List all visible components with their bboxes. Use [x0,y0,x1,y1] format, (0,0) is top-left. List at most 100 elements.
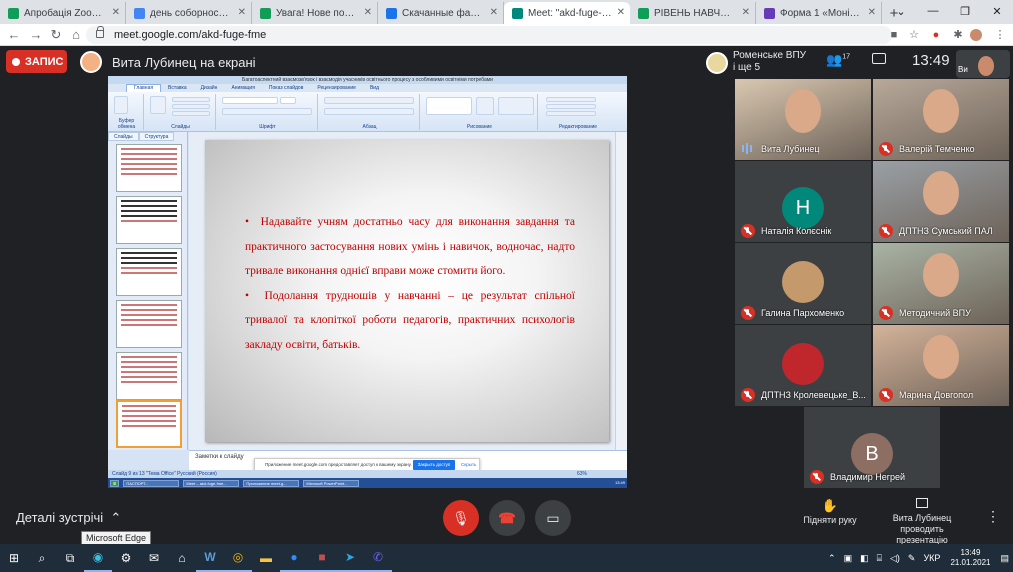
browser-tab[interactable]: Апробація Zoom платф ✕ [0,2,126,24]
ribbon-tab[interactable]: Анимация [224,85,261,92]
shape-style-buttons[interactable] [498,97,534,115]
ribbon-tab[interactable]: Рецензирование [310,85,363,92]
tray-chat-icon[interactable]: ▣ [844,553,853,564]
shapes-gallery[interactable] [426,97,472,115]
close-tab-icon[interactable]: ✕ [490,7,498,18]
maximize-button[interactable]: ❐ [949,0,981,22]
browser-tab[interactable]: РІВЕНЬ НАВЧАЛЬНИХ Д ✕ [630,2,756,24]
close-tab-icon[interactable]: ✕ [742,7,750,18]
profile-avatar-icon[interactable] [970,29,982,41]
chrome-icon[interactable]: ◎ [224,544,252,572]
arrange-icon[interactable] [476,97,494,115]
participant-tile[interactable]: Вита Лубинец [735,79,871,160]
participant-tile[interactable]: Марина Довгопол [873,325,1009,406]
slide-thumbnail[interactable] [116,300,182,348]
camera-button[interactable]: ▭ [535,500,571,536]
ribbon-tab[interactable]: Вид [363,85,386,92]
camera-indicator-icon[interactable]: ■ [886,27,902,43]
layout-button[interactable] [172,97,210,102]
slide-thumbnail[interactable] [116,196,182,244]
close-tab-icon[interactable]: ✕ [112,7,120,18]
action-center-icon[interactable]: ▤ [1000,553,1009,564]
replace-button[interactable] [546,104,596,109]
menu-dots-icon[interactable]: ⋮ [992,27,1008,43]
participant-tile[interactable]: Галина Пархоменко [735,243,871,324]
viber-icon[interactable]: ✆ [364,544,392,572]
slide-thumbnail[interactable] [116,144,182,192]
select-button[interactable] [546,111,596,116]
volume-icon[interactable]: ◁) [890,553,900,564]
extensions-icon[interactable]: ✱ [950,27,966,43]
reset-button[interactable] [172,104,210,109]
more-options-icon[interactable]: ⋮ [986,508,1000,525]
ribbon-tab[interactable]: Дизайн [194,85,225,92]
network-icon[interactable]: ⌸ [877,553,882,564]
tray-arrow-icon[interactable]: ⌃ [828,553,836,564]
participant-tile[interactable]: ДПТНЗ Сумський ПАЛ [873,161,1009,242]
ribbon-tab[interactable]: Главная [126,84,162,92]
close-tab-icon[interactable]: ✕ [617,7,625,18]
slide-thumbnail[interactable] [116,248,182,296]
store-icon[interactable]: ⌂ [168,544,196,572]
stop-sharing-button[interactable]: Закрыть доступ [413,460,455,470]
language-indicator[interactable]: УКР [923,553,940,563]
slide-scrollbar[interactable] [615,132,627,450]
pen-icon[interactable]: ✎ [908,553,916,564]
meeting-details-button[interactable]: Деталі зустрічі ⌃ [16,510,121,526]
back-arrow-icon[interactable]: ← [6,27,22,43]
home-icon[interactable]: ⌂ [68,27,84,43]
url-bar[interactable]: meet.google.com/akd-fuge-fme [86,26,892,44]
telegram-icon[interactable]: ➤ [336,544,364,572]
ribbon-tab[interactable]: Вставка [161,85,194,92]
search-icon[interactable]: ⌕ [28,544,56,572]
align-buttons[interactable] [324,108,414,115]
find-button[interactable] [546,97,596,102]
raise-hand-button[interactable]: ✋ Підняти руку [802,499,858,526]
tab-slides[interactable]: Слайды [108,132,139,141]
chevron-down-icon[interactable]: ⌄ [885,0,917,22]
reload-icon[interactable]: ↻ [48,27,64,43]
participant-tile[interactable]: В Владимир Негрей [804,407,940,488]
participant-tile[interactable]: Методичний ВПУ [873,243,1009,324]
people-button[interactable]: 👥17 [826,52,850,68]
minimize-button[interactable]: — [917,0,949,22]
browser-tab[interactable]: день соборності україн ✕ [126,2,252,24]
paste-icon[interactable] [114,96,128,114]
font-name-select[interactable] [222,97,278,104]
tray-notify-icon[interactable]: ◧ [860,553,869,564]
edge-icon[interactable]: ◉ [84,544,112,572]
network-app-icon[interactable]: ⚙ [112,544,140,572]
clock-date[interactable]: 13:49 21.01.2021 [950,548,990,568]
winrar-icon[interactable]: ■ [308,544,336,572]
close-tab-icon[interactable]: ✕ [364,7,372,18]
close-tab-icon[interactable]: ✕ [868,7,876,18]
delete-button[interactable] [172,111,210,116]
bookmark-star-icon[interactable]: ☆ [906,27,922,43]
font-format-buttons[interactable] [222,108,312,115]
zoom-icon[interactable]: ● [280,544,308,572]
tab-outline[interactable]: Структура [138,132,175,141]
self-view-tile[interactable]: Ви [956,50,1010,78]
new-slide-icon[interactable] [150,96,166,114]
file-explorer-icon[interactable]: ▬ [252,544,280,572]
browser-tab[interactable]: Увага! Нове посиланн ✕ [252,2,378,24]
font-size-select[interactable] [280,97,296,104]
mail-icon[interactable]: ✉ [140,544,168,572]
close-window-button[interactable]: ✕ [981,0,1013,22]
word-icon[interactable]: W [196,544,224,572]
chat-icon[interactable] [872,53,886,64]
participant-tile[interactable]: ДПТНЗ Кролевецьке_В... [735,325,871,406]
participant-tile[interactable]: Валерій Темченко [873,79,1009,160]
hang-up-button[interactable]: ☎ [489,500,525,536]
close-tab-icon[interactable]: ✕ [238,7,246,18]
list-buttons[interactable] [324,97,414,104]
mic-off-button[interactable]: 🎙︎ [443,500,479,536]
adblock-icon[interactable]: ● [928,27,944,43]
windows-start-icon[interactable]: ⊞ [0,544,28,572]
ribbon-tab[interactable]: Показ слайдов [262,85,310,92]
task-view-icon[interactable]: ⧉ [56,544,84,572]
browser-tab[interactable]: Скачанные файлы ✕ [378,2,504,24]
forward-arrow-icon[interactable]: → [28,27,44,43]
participant-tile[interactable]: Н Наталія Колєснік [735,161,871,242]
slide-thumbnail-selected[interactable] [116,400,182,448]
